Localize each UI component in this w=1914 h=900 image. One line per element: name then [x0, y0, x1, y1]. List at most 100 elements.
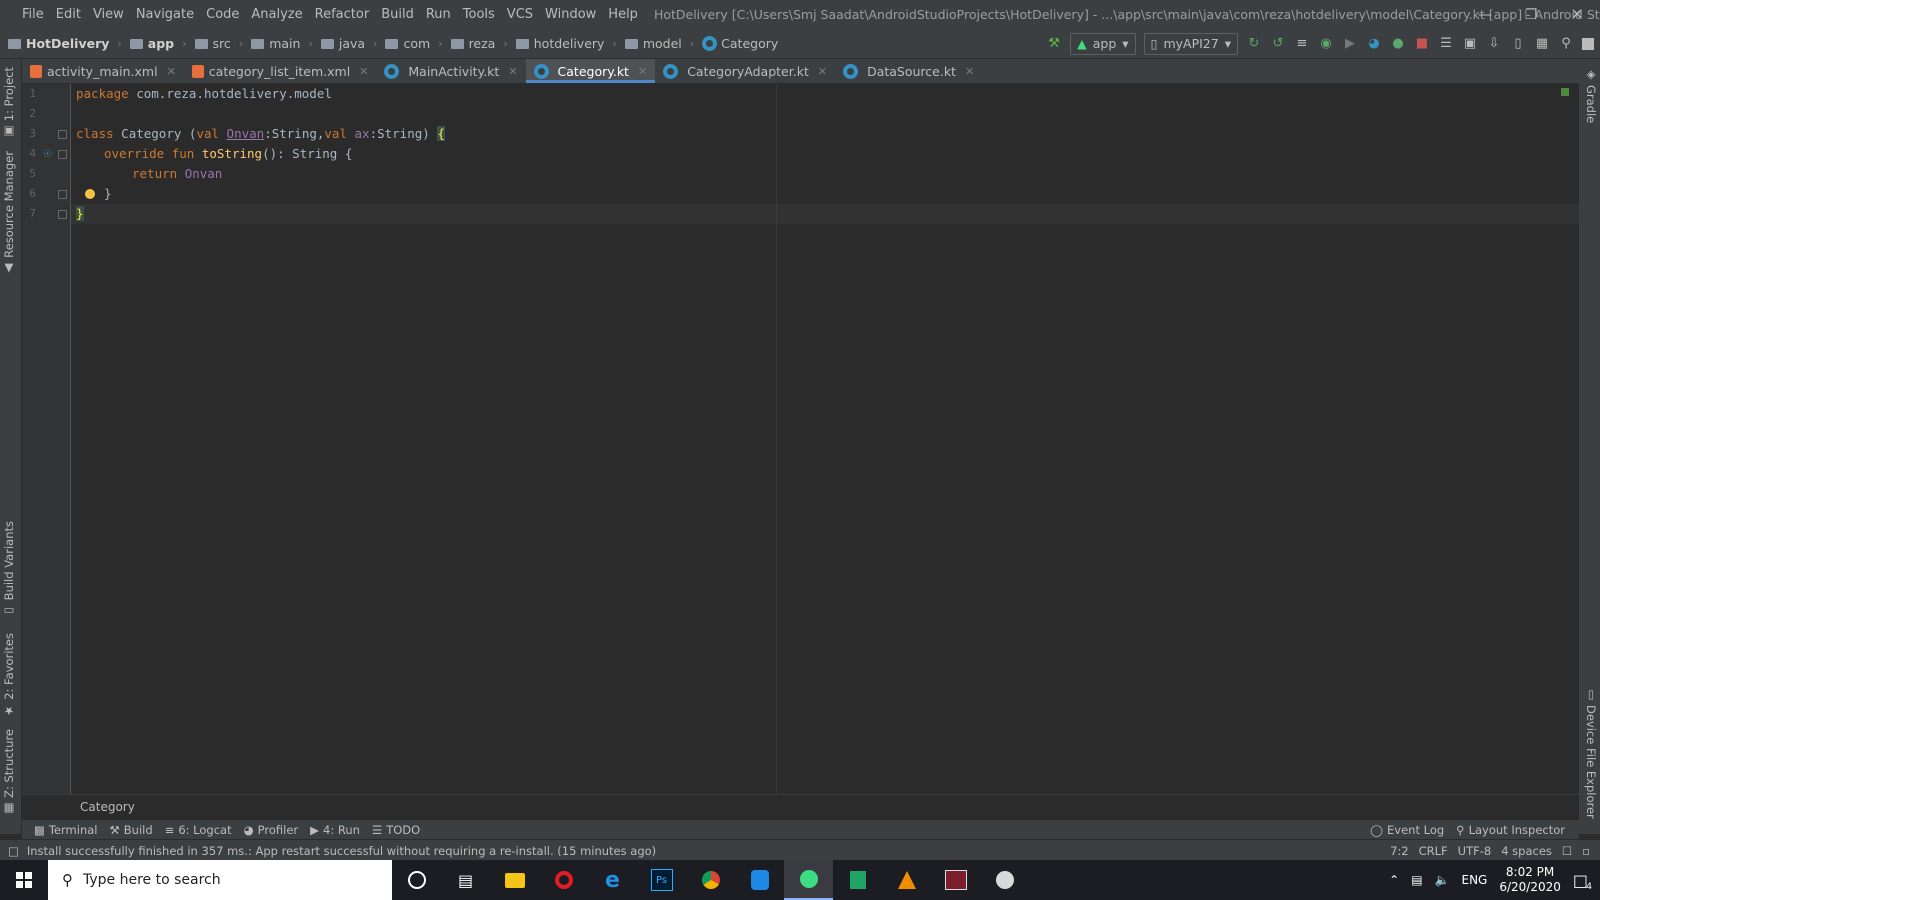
close-icon[interactable]: ✕ — [818, 65, 827, 78]
fold-icon[interactable] — [58, 190, 67, 199]
stop-icon[interactable]: ■ — [1414, 36, 1430, 52]
memory-indicator-icon[interactable]: ▫ — [1582, 844, 1590, 858]
edge-icon[interactable]: e — [588, 860, 637, 900]
breadcrumb-com[interactable]: com › — [385, 36, 443, 51]
caret-position[interactable]: 7:2 — [1390, 844, 1409, 858]
editor-gutter[interactable]: 1 2 3 4 5 6 7 ☉ — [22, 84, 71, 794]
avd-manager-icon[interactable]: ▣ — [1462, 36, 1478, 52]
run-config-select[interactable]: ▲ app ▾ — [1070, 32, 1136, 55]
cortana-icon[interactable] — [392, 860, 441, 900]
lightbulb-icon[interactable] — [85, 189, 95, 199]
photoshop-icon[interactable]: Ps — [637, 860, 686, 900]
media-player-icon[interactable] — [931, 860, 980, 900]
close-icon[interactable]: ✕ — [638, 65, 647, 78]
favorites-tool-tab[interactable]: ★ 2: Favorites — [2, 633, 16, 718]
override-marker-icon[interactable]: ☉ — [43, 149, 53, 160]
assistant-icon[interactable] — [1582, 37, 1594, 50]
tab-activity-main-xml[interactable]: activity_main.xml ✕ — [22, 59, 184, 83]
menu-window[interactable]: Window — [539, 7, 602, 22]
fold-icon[interactable] — [58, 130, 67, 139]
device-manager-icon[interactable]: ▯ — [1510, 36, 1526, 52]
network-icon[interactable]: ▤ — [1411, 873, 1422, 887]
menu-file[interactable]: File — [16, 7, 50, 22]
breadcrumb-java[interactable]: java › — [320, 36, 377, 51]
indent-setting[interactable]: 4 spaces — [1501, 844, 1552, 858]
menu-refactor[interactable]: Refactor — [309, 7, 376, 22]
run-tool-button[interactable]: ▶ 4: Run — [310, 823, 360, 837]
run-coverage-icon[interactable]: ▶ — [1342, 36, 1358, 52]
chrome-icon[interactable] — [686, 860, 735, 900]
vlc-icon[interactable] — [882, 860, 931, 900]
apply-code-changes-icon[interactable]: ↺ — [1270, 36, 1286, 52]
start-button[interactable] — [0, 860, 48, 900]
tab-category-kt[interactable]: Category.kt ✕ — [525, 59, 656, 83]
volume-icon[interactable]: 🔈 — [1435, 873, 1450, 887]
debug-icon[interactable]: ◉ — [1318, 36, 1334, 52]
attach-debugger-icon[interactable]: ● — [1390, 36, 1406, 52]
menu-help[interactable]: Help — [602, 7, 644, 22]
layout-inspector-tool-button[interactable]: ⚲ Layout Inspector — [1456, 823, 1565, 837]
language-indicator[interactable]: ENG — [1461, 873, 1487, 887]
shield-app-icon[interactable] — [735, 860, 784, 900]
clock[interactable]: 8:02 PM 6/20/2020 — [1499, 865, 1561, 895]
opera-icon[interactable] — [539, 860, 588, 900]
event-log-tool-button[interactable]: ◯ Event Log — [1370, 823, 1444, 837]
tab-datasource-kt[interactable]: DataSource.kt ✕ — [835, 59, 982, 83]
close-icon[interactable]: ✕ — [167, 65, 176, 78]
close-icon[interactable]: ✕ — [965, 65, 974, 78]
tab-categoryadapter-kt[interactable]: CategoryAdapter.kt ✕ — [655, 59, 835, 83]
sdk-manager-icon[interactable]: ⇩ — [1486, 36, 1502, 52]
breadcrumb-hotdelivery[interactable]: hotdelivery › — [515, 36, 617, 51]
breadcrumb-reza[interactable]: reza › — [450, 36, 508, 51]
breadcrumb-app[interactable]: app › — [129, 36, 187, 51]
hammer-build-icon[interactable]: ⚒ — [1046, 36, 1062, 52]
paint-app-icon[interactable] — [980, 860, 1029, 900]
breadcrumb-project[interactable]: HotDelivery › — [8, 36, 122, 51]
file-explorer-icon[interactable] — [490, 860, 539, 900]
line-separator[interactable]: CRLF — [1419, 844, 1448, 858]
menu-run[interactable]: Run — [420, 7, 457, 22]
profile-icon[interactable]: ◕ — [1366, 36, 1382, 52]
todo-tool-button[interactable]: ☰ TODO — [372, 823, 420, 837]
inspection-ok-icon[interactable] — [1561, 88, 1569, 96]
menu-view[interactable]: View — [87, 7, 130, 22]
gradle-tool-tab[interactable]: ◈ Gradle — [1584, 67, 1598, 123]
breadcrumb-src[interactable]: src › — [194, 36, 243, 51]
menu-analyze[interactable]: Analyze — [245, 7, 308, 22]
menu-tools[interactable]: Tools — [457, 7, 501, 22]
sync-gradle-icon[interactable]: ☰ — [1438, 36, 1454, 52]
breadcrumb-model[interactable]: model › — [624, 36, 694, 51]
project-tool-tab[interactable]: ▣ 1: Project — [2, 67, 16, 139]
logcat-tool-button[interactable]: ≡ 6: Logcat — [165, 823, 232, 837]
status-window-icon[interactable]: □ — [8, 844, 19, 858]
fold-icon[interactable] — [58, 150, 67, 159]
close-icon[interactable]: ✕ — [508, 65, 517, 78]
structure-tool-tab[interactable]: ▦ Z: Structure — [2, 729, 16, 816]
build-variants-tool-tab[interactable]: ▭ Build Variants — [2, 521, 16, 618]
menu-build[interactable]: Build — [375, 7, 420, 22]
status-message[interactable]: Install successfully finished in 357 ms.… — [27, 844, 656, 858]
android-studio-taskbar-icon[interactable] — [784, 860, 833, 900]
breadcrumb-category[interactable]: Category — [702, 36, 778, 51]
project-structure-icon[interactable]: ▦ — [1534, 36, 1550, 52]
fold-icon[interactable] — [58, 210, 67, 219]
minimize-button[interactable]: — — [1462, 0, 1508, 29]
profiler-tool-button[interactable]: ◕ Profiler — [244, 823, 299, 837]
task-view-icon[interactable]: ▤ — [441, 860, 490, 900]
breadcrumb-main[interactable]: main › — [251, 36, 313, 51]
close-icon[interactable]: ✕ — [359, 65, 368, 78]
terminal-tool-button[interactable]: ▩ Terminal — [34, 823, 97, 837]
menu-navigate[interactable]: Navigate — [130, 7, 200, 22]
search-icon[interactable]: ⚲ — [1558, 36, 1574, 52]
apply-changes-icon[interactable]: ↻ — [1246, 36, 1262, 52]
device-select[interactable]: ▯ myAPI27 ▾ — [1143, 32, 1238, 55]
chevron-up-icon[interactable]: ⌃ — [1389, 873, 1399, 887]
close-window-button[interactable]: ✕ — [1554, 0, 1600, 29]
device-file-explorer-tool-tab[interactable]: ▯ Device File Explorer — [1584, 687, 1598, 819]
notifications-icon[interactable]: □ 4 — [1573, 871, 1592, 892]
code-editor[interactable]: package com.reza.hotdelivery.model class… — [71, 84, 1579, 794]
editor-breadcrumb-category[interactable]: Category — [80, 800, 135, 814]
file-encoding[interactable]: UTF-8 — [1458, 844, 1492, 858]
taskbar-search-box[interactable]: ⚲ Type here to search — [48, 860, 392, 900]
tab-category-list-item-xml[interactable]: category_list_item.xml ✕ — [184, 59, 377, 83]
